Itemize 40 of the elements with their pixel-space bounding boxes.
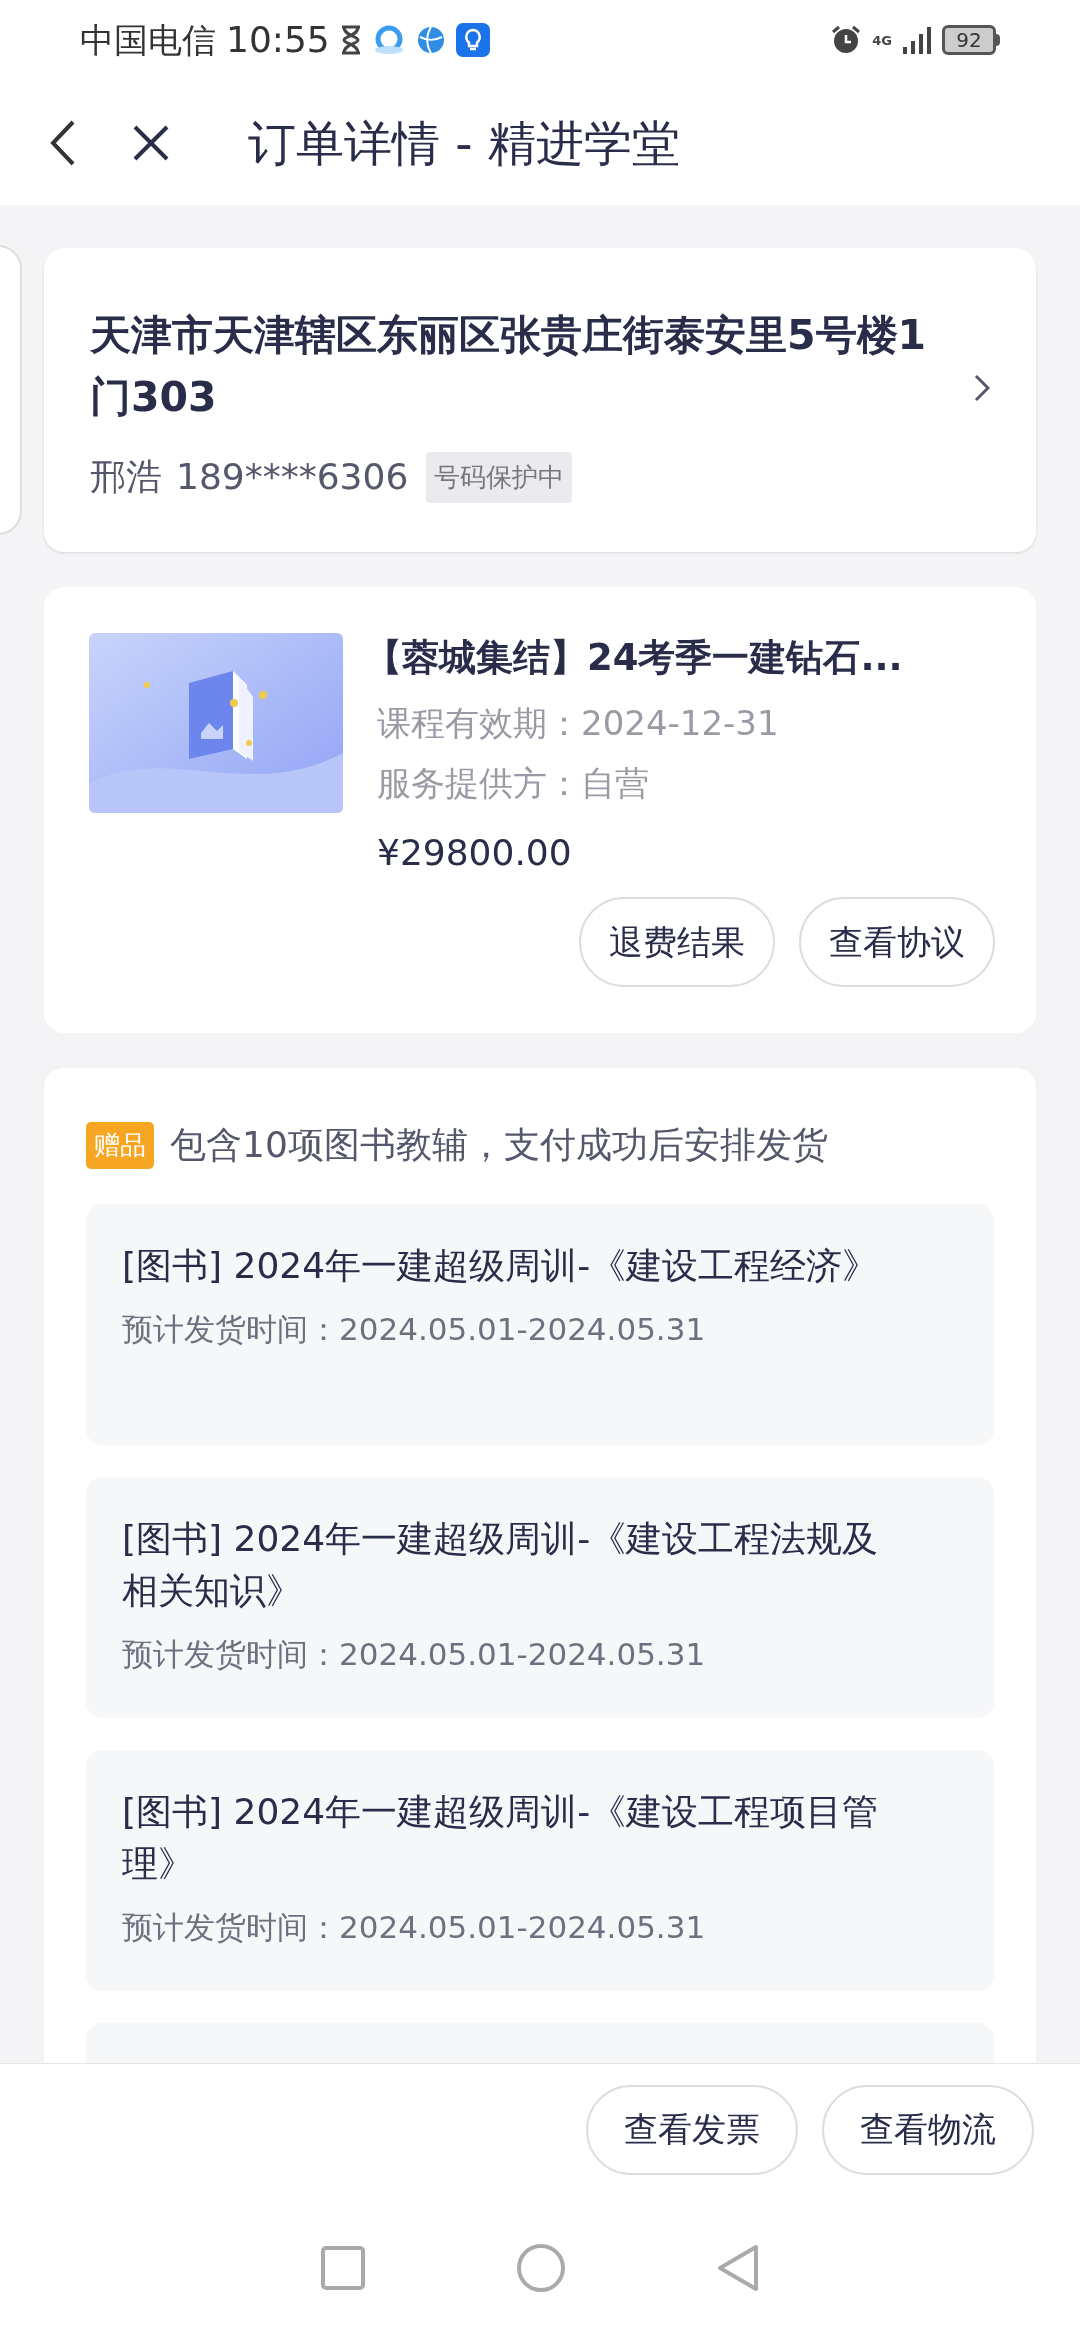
gift-tag: 赠品 [86,1121,154,1169]
book-title: [图书] 2024年一建超级周训-《建设工程法规及相关知识》 [122,1517,880,1613]
battery-level: 92 [942,25,996,55]
action-button[interactable]: 查看发票 [586,2084,798,2175]
ship-time-text: 预计发货时间：2024.05.01-2024.05.31 [122,1635,707,1674]
book-item[interactable]: [图书] 2024年一建超级周训-《建设工程经济》 预计发货时间：2024.05.01-2024.05.31 [86,1204,994,1445]
address-card[interactable]: 天津市天津辖区东丽区张贵庄街泰安里5号楼1门303 邢浩 189****6306 号码保护中 [44,248,1036,552]
action-button[interactable]: 查看协议 [799,897,995,987]
carrier-name: 中国电信 [80,18,216,62]
page-title: 订单详情 - 精进学堂 [248,113,680,173]
price-text: ¥29800.00 [377,831,573,875]
recipient-name: 邢浩 [90,455,162,499]
hourglass-icon [339,25,362,55]
address-text: 天津市天津辖区东丽区张贵庄街泰安里5号楼1门303 [90,310,928,423]
ship-time-text: 预计发货时间：2024.05.01-2024.05.31 [122,1908,707,1947]
phone-number: 189****6306 [176,455,409,499]
clock-time: 10:55 [226,18,330,62]
book-item[interactable]: [图书] 2024年一建超级周训-《建设工程项目管理》 预计发货时间：2024.05.01-2024.05.31 [86,1750,994,1991]
chevron-right-icon [974,374,990,402]
action-button[interactable]: 查看物流 [822,2084,1034,2175]
course-title: 【蓉城集结】24考季一建钻石... [365,635,904,681]
privacy-badge: 号码保护中 [426,451,573,503]
back-nav-icon[interactable] [716,2242,760,2293]
recent-apps-icon[interactable] [320,2244,366,2291]
lightbulb-icon [455,23,490,57]
alarm-icon [830,24,863,56]
action-button[interactable]: 退费结果 [579,897,775,987]
book-item[interactable]: [图书] 2024年一建超级周训-《建设工程法规及相关知识》 预计发货时间：2024.05.01-2024.05.31 [86,1477,994,1718]
signal-icon [902,25,932,55]
ship-time-text: 预计发货时间：2024.05.01-2024.05.31 [122,1310,707,1349]
close-icon[interactable] [132,123,170,162]
provider-text: 服务提供方：自营 [377,762,650,805]
network-type: 4G [872,33,892,47]
book-title: [图书] 2024年一建超级周训-《建设工程经济》 [122,1244,880,1288]
home-icon[interactable] [516,2242,566,2293]
back-icon[interactable] [50,119,76,166]
globe-icon [415,25,446,55]
book-title: [图书] 2024年一建超级周训-《建设工程项目管理》 [122,1790,880,1886]
validity-text: 课程有效期：2024-12-31 [377,702,780,745]
gift-summary: 包含10项图书教辅，支付成功后安排发货 [170,1123,828,1167]
